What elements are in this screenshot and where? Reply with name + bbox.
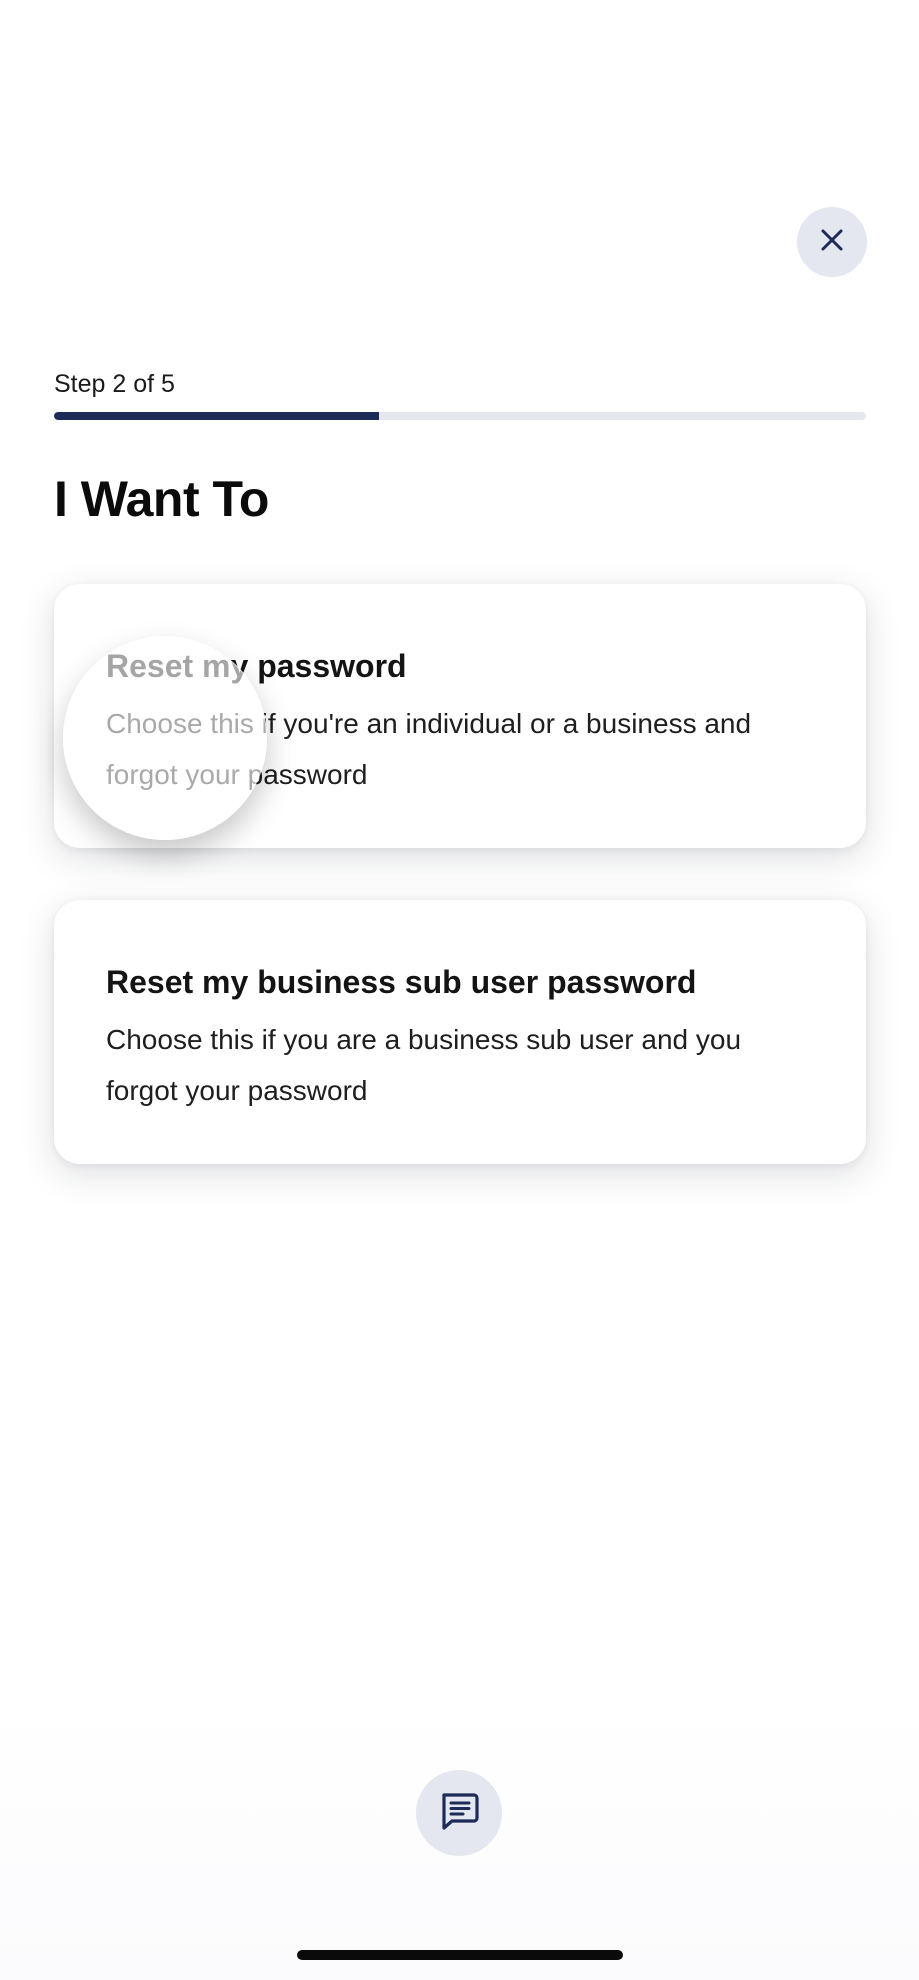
progress-bar-fill xyxy=(54,412,379,420)
option-reset-password[interactable]: Reset my password Choose this if you're … xyxy=(54,584,866,848)
option-description: Choose this if you're an individual or a… xyxy=(106,708,752,790)
chat-button[interactable] xyxy=(416,1770,502,1856)
close-icon xyxy=(819,227,845,258)
home-indicator xyxy=(297,1950,623,1960)
step-indicator: Step 2 of 5 xyxy=(54,370,175,398)
progress-bar xyxy=(54,412,866,420)
close-button[interactable] xyxy=(797,207,867,277)
chat-icon xyxy=(436,1788,482,1839)
option-description: Choose this if you are a business sub us… xyxy=(106,1024,742,1106)
page-title: I Want To xyxy=(54,471,269,527)
option-reset-sub-user-password[interactable]: Reset my business sub user password Choo… xyxy=(54,900,866,1164)
option-title: Reset my password xyxy=(106,648,407,684)
option-title: Reset my business sub user password xyxy=(106,964,697,1000)
